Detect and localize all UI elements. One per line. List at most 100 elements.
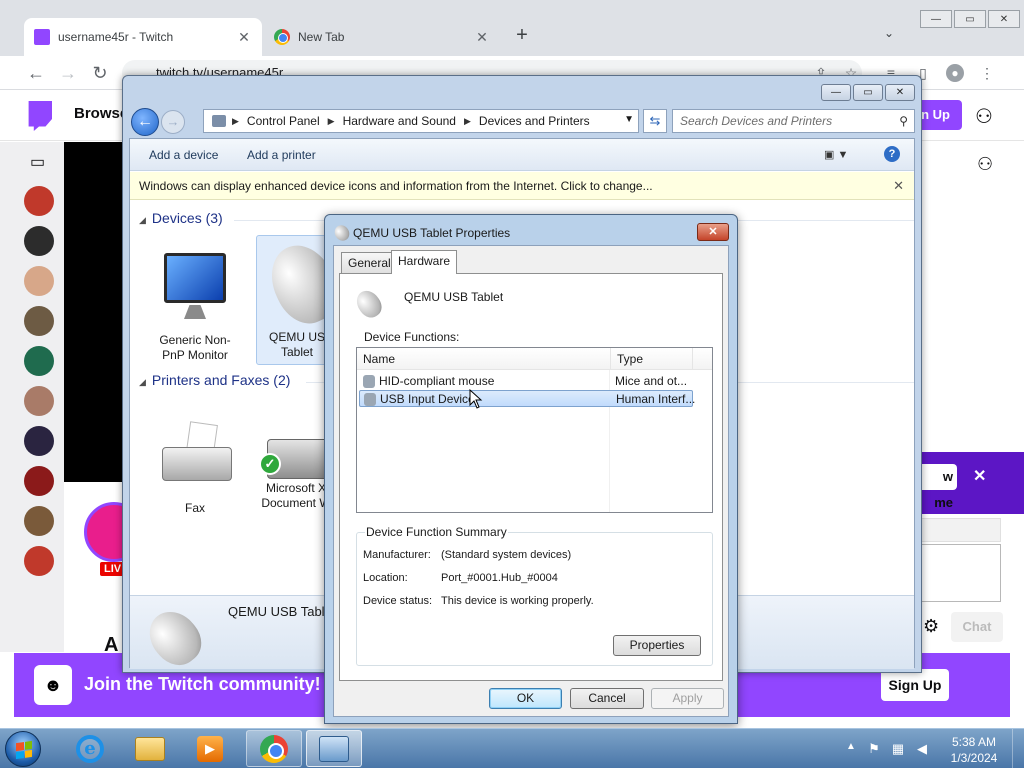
- users-icon[interactable]: ⚇: [977, 154, 993, 175]
- chevron-right-icon[interactable]: ▶: [328, 116, 335, 127]
- menu-dots-icon[interactable]: ⋮: [978, 64, 996, 82]
- column-header-type[interactable]: Type: [611, 348, 693, 370]
- breadcrumb-hardware-and-sound[interactable]: Hardware and Sound: [343, 114, 456, 128]
- printers-group-header[interactable]: ◢ Printers and Faxes (2): [139, 372, 290, 388]
- usb-device-icon: [364, 393, 376, 406]
- breadcrumb-devices-and-printers[interactable]: Devices and Printers: [479, 114, 590, 128]
- devices-group-header[interactable]: ◢ Devices (3): [139, 210, 223, 226]
- avatar[interactable]: [24, 186, 54, 216]
- twitch-favicon-icon: [34, 29, 50, 45]
- collapse-triangle-icon[interactable]: ◢: [139, 377, 146, 387]
- back-arrow-icon[interactable]: ←: [24, 61, 48, 85]
- chat-send-button[interactable]: Chat: [951, 612, 1003, 642]
- join-sign-up-button[interactable]: Sign Up: [881, 669, 949, 701]
- folder-icon: [135, 736, 165, 761]
- internet-explorer-icon: e: [76, 734, 104, 763]
- tab-new-tab[interactable]: New Tab ✕: [264, 18, 500, 56]
- list-item[interactable]: HID-compliant mouse Mice and ot...: [359, 373, 693, 390]
- taskbar-media-player[interactable]: ▶: [182, 730, 238, 767]
- close-icon[interactable]: ✕: [973, 466, 986, 486]
- collapse-triangle-icon[interactable]: ◢: [139, 215, 146, 225]
- address-toolbar: ← → ▶ Control Panel ▶ Hardware and Sound…: [131, 108, 915, 136]
- glitch-mascot-icon: ☻: [34, 665, 72, 705]
- search-input[interactable]: Search Devices and Printers ⚲: [672, 109, 915, 133]
- mouse-icon: [331, 222, 353, 244]
- printer-fax[interactable]: Fax: [150, 417, 240, 516]
- search-icon[interactable]: ⚲: [899, 110, 908, 132]
- mouse-pointer-icon: [469, 389, 483, 409]
- show-hidden-icons-icon[interactable]: ▲: [846, 741, 856, 752]
- help-icon[interactable]: ?: [884, 146, 900, 162]
- hardware-tab-page: QEMU USB Tablet Device Functions: Name T…: [339, 273, 723, 681]
- clock[interactable]: 5:38 AM 1/3/2024: [944, 734, 1004, 766]
- add-printer-button[interactable]: Add a printer: [247, 148, 316, 162]
- avatar[interactable]: [24, 386, 54, 416]
- profile-icon[interactable]: ●: [946, 64, 964, 82]
- user-icon[interactable]: ⚇: [975, 104, 993, 129]
- gear-icon[interactable]: ⚙: [923, 616, 939, 637]
- avatar[interactable]: [24, 346, 54, 376]
- add-device-button[interactable]: Add a device: [149, 148, 218, 162]
- tab-search-button[interactable]: ⌄: [884, 26, 894, 40]
- avatar[interactable]: [24, 506, 54, 536]
- list-item[interactable]: USB Input Device Human Interf...: [359, 390, 695, 407]
- reload-icon[interactable]: ↻: [88, 61, 112, 85]
- close-button[interactable]: ✕: [697, 223, 729, 241]
- mouse-icon: [139, 601, 211, 675]
- twitch-logo-icon[interactable]: [28, 101, 52, 131]
- avatar[interactable]: [24, 226, 54, 256]
- network-icon[interactable]: ▦: [890, 741, 906, 757]
- browse-link[interactable]: Browse: [74, 105, 128, 122]
- info-bar[interactable]: Windows can display enhanced device icon…: [130, 172, 914, 200]
- change-view-icon[interactable]: ▣ ▼: [824, 148, 848, 161]
- chevron-down-icon[interactable]: ▼: [624, 114, 634, 125]
- forward-arrow-icon[interactable]: →: [161, 110, 185, 134]
- taskbar-file-explorer[interactable]: [122, 730, 178, 767]
- chrome-favicon-icon: [274, 29, 290, 45]
- avatar[interactable]: [24, 306, 54, 336]
- chevron-right-icon[interactable]: ▶: [464, 116, 471, 127]
- maximize-button[interactable]: ▭: [954, 10, 986, 28]
- device-generic-monitor[interactable]: Generic Non-PnP Monitor: [150, 249, 240, 363]
- minimize-button[interactable]: —: [821, 84, 851, 101]
- forward-arrow-icon[interactable]: →: [56, 61, 80, 85]
- action-center-flag-icon[interactable]: ⚑: [866, 741, 882, 757]
- monitor-icon: [158, 249, 232, 329]
- show-desktop-button[interactable]: [1012, 729, 1024, 768]
- device-name: QEMU USB Tablet: [404, 290, 504, 304]
- start-button[interactable]: [5, 731, 41, 767]
- avatar[interactable]: [24, 546, 54, 576]
- apply-button[interactable]: Apply: [651, 688, 724, 709]
- tab-twitch[interactable]: username45r - Twitch ✕: [24, 18, 262, 56]
- chevron-right-icon[interactable]: ▶: [232, 116, 239, 127]
- refresh-icon[interactable]: ⇆: [643, 109, 667, 133]
- follow-button[interactable]: w me: [921, 464, 957, 510]
- close-icon[interactable]: ✕: [474, 29, 490, 46]
- maximize-button[interactable]: ▭: [853, 84, 883, 101]
- close-button[interactable]: ✕: [988, 10, 1020, 28]
- video-player[interactable]: [64, 142, 124, 482]
- close-icon[interactable]: ✕: [236, 29, 252, 46]
- tab-general[interactable]: General: [341, 252, 398, 273]
- back-arrow-icon[interactable]: ←: [131, 108, 159, 136]
- cancel-button[interactable]: Cancel: [570, 688, 644, 709]
- new-tab-button[interactable]: +: [512, 24, 532, 47]
- chat-input[interactable]: [921, 544, 1001, 602]
- avatar[interactable]: [24, 426, 54, 456]
- device-functions-list[interactable]: Name Type HID-compliant mouse Mice and o…: [356, 347, 713, 513]
- breadcrumb-control-panel[interactable]: Control Panel: [247, 114, 320, 128]
- breadcrumb[interactable]: ▶ Control Panel ▶ Hardware and Sound ▶ D…: [203, 109, 639, 133]
- ok-button[interactable]: OK: [489, 688, 562, 709]
- close-button[interactable]: ✕: [885, 84, 915, 101]
- minimize-button[interactable]: —: [920, 10, 952, 28]
- volume-muted-icon[interactable]: ◀: [914, 741, 930, 757]
- properties-button[interactable]: Properties: [613, 635, 701, 656]
- avatar[interactable]: [24, 266, 54, 296]
- column-header-name[interactable]: Name: [357, 348, 611, 370]
- tab-hardware[interactable]: Hardware: [391, 250, 458, 274]
- avatar[interactable]: [24, 466, 54, 496]
- taskbar-chrome[interactable]: [246, 730, 302, 767]
- taskbar-control-panel[interactable]: [306, 730, 362, 767]
- close-icon[interactable]: ✕: [893, 172, 904, 200]
- taskbar-internet-explorer[interactable]: e: [62, 730, 118, 767]
